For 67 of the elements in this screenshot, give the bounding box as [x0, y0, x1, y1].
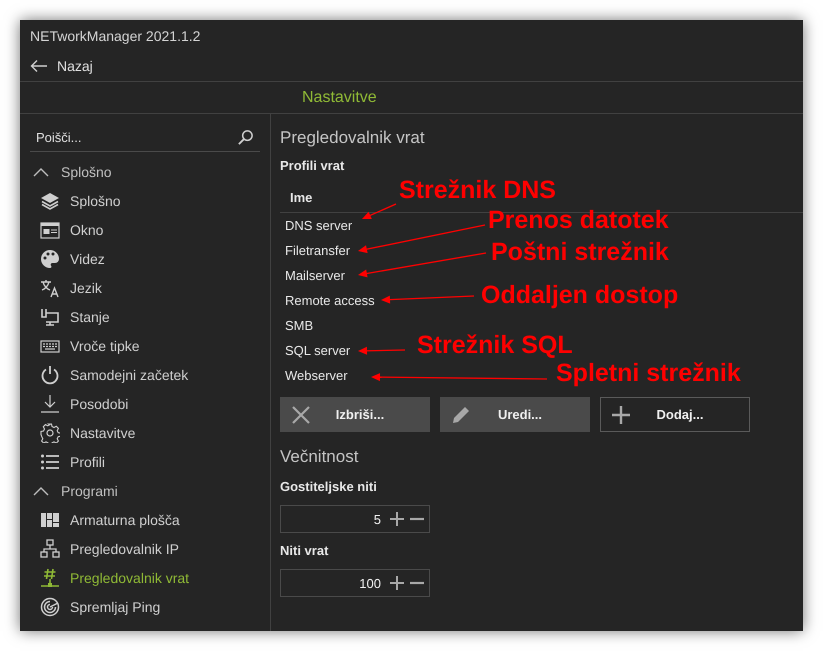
gear-icon — [40, 422, 60, 442]
search-icon[interactable] — [237, 129, 254, 146]
hash-network-icon — [40, 568, 60, 588]
sidebar-item[interactable]: Samodejni začetek — [20, 360, 270, 389]
monitor-icon — [40, 306, 60, 326]
radar-icon — [40, 596, 60, 616]
profile-row[interactable]: DNS server — [280, 213, 352, 238]
annotation-text: Prenos datotek — [488, 205, 669, 235]
sidebar-item[interactable]: Pregledovalnik vrat — [20, 563, 270, 592]
profile-row[interactable]: Mailserver — [280, 263, 345, 288]
sidebar-item[interactable]: Videz — [20, 244, 270, 273]
sidebar-item[interactable]: Profili — [20, 447, 270, 476]
add-button[interactable]: Dodaj... — [600, 397, 750, 432]
delete-button[interactable]: Izbriši... — [280, 397, 430, 432]
profile-row[interactable]: Webserver — [280, 363, 348, 388]
profile-row[interactable]: SQL server — [280, 338, 350, 363]
close-icon — [291, 404, 311, 424]
annotation-text: Strežnik DNS — [399, 175, 556, 205]
window-title: NETworkManager 2021.1.2 — [30, 28, 200, 44]
annotation-text: Spletni strežnik — [556, 358, 741, 388]
section-title: Pregledovalnik vrat — [280, 127, 426, 149]
sidebar-item[interactable]: Jezik — [20, 273, 270, 302]
sidebar-item[interactable]: Stanje — [20, 302, 270, 331]
plus-icon[interactable] — [389, 511, 405, 527]
download-icon — [40, 394, 60, 414]
field-label: Profili vrat — [280, 158, 346, 174]
number-field[interactable]: 5 — [280, 505, 430, 533]
chevron-icon — [33, 166, 49, 176]
group-header[interactable]: Splošno — [20, 157, 270, 186]
network-icon — [40, 538, 60, 558]
group-header[interactable]: Programi — [20, 476, 270, 505]
profile-row[interactable]: Remote access — [280, 288, 375, 313]
annotation-text: Strežnik SQL — [417, 330, 573, 360]
number-field[interactable]: 100 — [280, 569, 430, 597]
section-title: Večnitnost — [280, 446, 360, 468]
list-icon — [40, 452, 60, 472]
sidebar-item[interactable]: Posodobi — [20, 389, 270, 418]
search-field[interactable]: Poišči... — [30, 124, 260, 152]
field-label: Gostiteljske niti — [280, 479, 378, 495]
palette-icon — [40, 248, 60, 268]
profile-row[interactable]: SMB — [280, 313, 314, 338]
arrow — [362, 203, 396, 220]
sidebar-item[interactable]: Armaturna plošča — [20, 505, 270, 534]
power-icon — [40, 364, 60, 384]
chevron-icon — [33, 486, 49, 496]
translate-icon — [40, 278, 60, 298]
sidebar-item[interactable]: Pregledovalnik IP — [20, 534, 270, 563]
page-title: Nastavitve — [302, 88, 377, 106]
pencil-icon — [451, 404, 471, 424]
field-label: Niti vrat — [280, 543, 330, 559]
sidebar-item[interactable]: Spremljaj Ping — [20, 592, 270, 621]
column-header[interactable]: Ime — [290, 190, 312, 204]
plus-icon — [611, 404, 631, 424]
sidebar-item[interactable]: Vroče tipke — [20, 331, 270, 360]
back-arrow-icon — [30, 59, 48, 73]
plus-icon[interactable] — [389, 575, 405, 591]
window-icon — [40, 220, 60, 240]
arrow — [358, 346, 406, 355]
edit-button[interactable]: Uredi... — [440, 397, 590, 432]
layers-icon — [40, 190, 60, 210]
back-button[interactable]: Nazaj — [28, 56, 95, 76]
sidebar-item[interactable]: Splošno — [20, 186, 270, 215]
annotation-text: Poštni strežnik — [491, 237, 669, 267]
annotation-text: Oddaljen dostop — [481, 280, 678, 310]
sidebar-item[interactable]: Nastavitve — [20, 418, 270, 447]
sidebar-item[interactable]: Okno — [20, 215, 270, 244]
profile-row[interactable]: Filetransfer — [280, 238, 350, 263]
